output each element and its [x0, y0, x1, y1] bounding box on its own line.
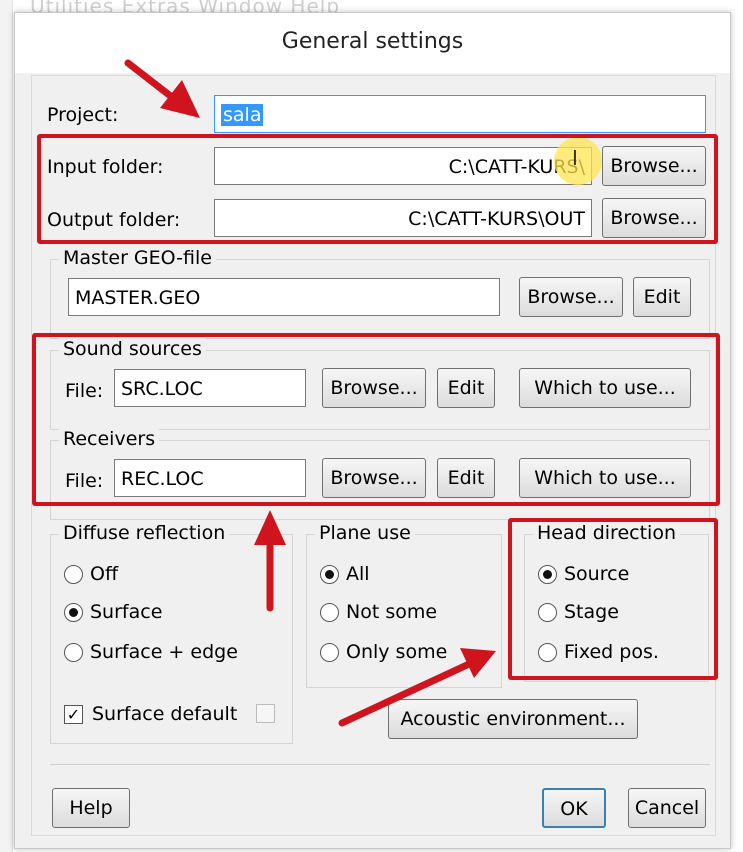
arrow-head-up-icon [254, 510, 286, 545]
arrow-to-head-direction-icon [338, 654, 486, 727]
annotation-arrows [124, 59, 496, 727]
arrow-head-project-icon [160, 80, 200, 118]
